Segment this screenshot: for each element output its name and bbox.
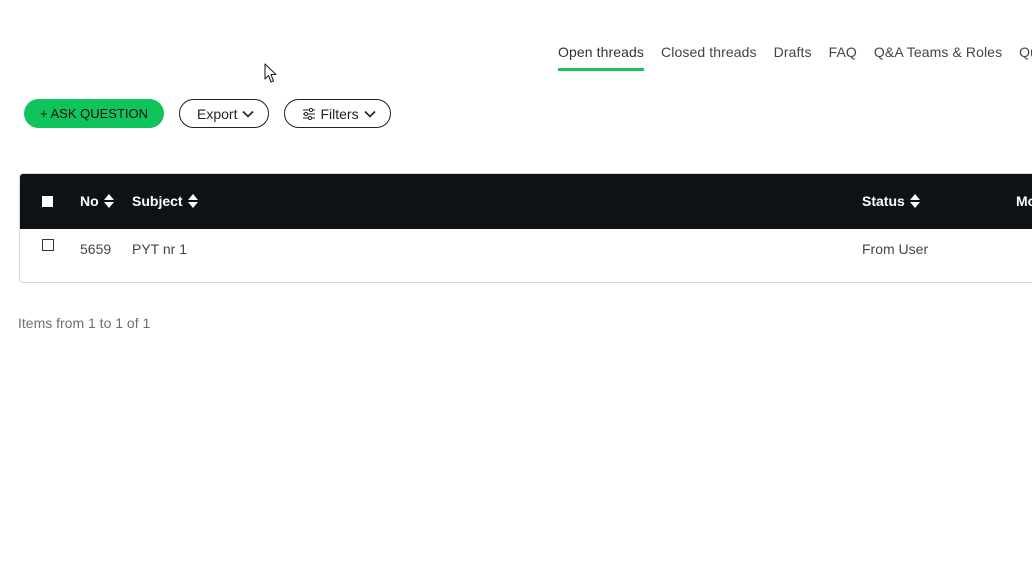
export-button[interactable]: Export bbox=[179, 99, 270, 128]
export-label: Export bbox=[197, 105, 238, 122]
column-header-no[interactable]: No bbox=[80, 193, 115, 209]
toolbar: + ASK QUESTION Export Filters bbox=[24, 99, 391, 128]
tab-closed-threads[interactable]: Closed threads bbox=[661, 44, 757, 71]
filters-label: Filters bbox=[320, 105, 359, 122]
threads-table: No Subject Status Mo bbox=[19, 173, 1032, 283]
sort-icon bbox=[187, 194, 198, 208]
table-row[interactable]: 5659 PYT nr 1 From User bbox=[20, 229, 1032, 282]
column-label-subject: Subject bbox=[132, 193, 183, 209]
chevron-down-icon bbox=[242, 110, 255, 118]
thread-tabs: Open threads Closed threads Drafts FAQ Q… bbox=[558, 44, 1032, 71]
select-all-checkbox[interactable] bbox=[42, 196, 53, 207]
sliders-icon bbox=[303, 107, 316, 120]
column-label-more: Mo bbox=[1016, 193, 1032, 209]
tab-qa-teams-roles[interactable]: Q&A Teams & Roles bbox=[874, 44, 1002, 71]
chevron-down-icon bbox=[364, 110, 376, 118]
tab-faq[interactable]: FAQ bbox=[829, 44, 857, 71]
sort-icon bbox=[909, 194, 920, 208]
column-header-status[interactable]: Status bbox=[862, 193, 921, 209]
tab-questions-truncated[interactable]: Que bbox=[1019, 44, 1032, 71]
column-header-more[interactable]: Mo bbox=[1016, 193, 1032, 209]
ask-question-button[interactable]: + ASK QUESTION bbox=[24, 99, 165, 128]
sort-icon bbox=[103, 194, 114, 208]
row-checkbox[interactable] bbox=[42, 239, 54, 251]
cell-no: 5659 bbox=[80, 241, 112, 257]
tab-open-threads[interactable]: Open threads bbox=[558, 44, 645, 71]
cell-status: From User bbox=[862, 241, 929, 257]
column-label-status: Status bbox=[862, 193, 905, 209]
cell-subject[interactable]: PYT nr 1 bbox=[132, 241, 187, 257]
page: Open threads Closed threads Drafts FAQ Q… bbox=[0, 0, 1032, 583]
column-label-no: No bbox=[80, 193, 99, 209]
table-header: No Subject Status Mo bbox=[20, 174, 1032, 229]
tab-drafts[interactable]: Drafts bbox=[774, 44, 812, 71]
column-header-subject[interactable]: Subject bbox=[132, 193, 199, 209]
filters-button[interactable]: Filters bbox=[284, 99, 391, 128]
mouse-cursor-icon bbox=[264, 63, 277, 83]
pagination-info: Items from 1 to 1 of 1 bbox=[18, 315, 151, 331]
